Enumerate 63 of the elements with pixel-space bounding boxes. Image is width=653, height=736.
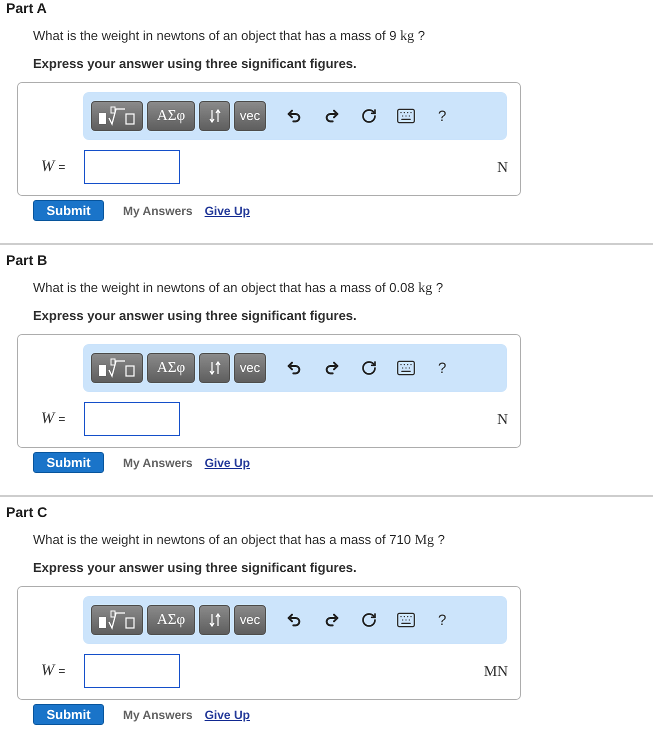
instruction-text: Express your answer using three significant figures. [33, 308, 357, 324]
instruction-text: Express your answer using three significant figures. [33, 56, 357, 72]
give-up-link[interactable]: Give Up [204, 202, 250, 220]
keyboard-icon[interactable] [396, 358, 416, 378]
question-text: What is the weight in newtons of an object that has a mass of 9 kg ? [33, 28, 425, 45]
my-answers-label: My Answers [123, 202, 193, 220]
undo-icon[interactable] [286, 108, 302, 124]
templates-icon [97, 358, 137, 378]
undo-icon[interactable] [286, 360, 302, 376]
my-answers-label: My Answers [123, 706, 193, 724]
templates-button[interactable] [91, 605, 143, 635]
unit-label: MN [484, 663, 508, 682]
equals-sign: = [58, 663, 66, 680]
vector-button[interactable]: vec [234, 605, 266, 635]
part-heading: Part C [5, 504, 48, 520]
equals-sign: = [58, 159, 66, 176]
symbols-button[interactable]: ΑΣφ [147, 353, 195, 383]
question-text: What is the weight in newtons of an object that has a mass of 0.08 kg ? [33, 280, 444, 297]
give-up-link[interactable]: Give Up [204, 454, 250, 472]
part-heading: Part A [5, 0, 48, 16]
arrows-button[interactable] [199, 101, 230, 131]
submit-button[interactable]: Submit [33, 452, 104, 473]
arrows-button[interactable] [199, 353, 230, 383]
templates-icon [97, 106, 137, 126]
keyboard-icon[interactable] [396, 610, 416, 630]
answer-field[interactable] [84, 150, 180, 184]
help-button[interactable]: ? [438, 108, 446, 124]
variable-label: W [41, 409, 54, 429]
symbols-button[interactable]: ΑΣφ [147, 605, 195, 635]
undo-icon[interactable] [286, 612, 302, 628]
reset-icon[interactable] [361, 612, 377, 628]
arrows-button[interactable] [199, 605, 230, 635]
redo-icon[interactable] [324, 108, 340, 124]
submit-button[interactable]: Submit [33, 704, 104, 725]
instruction-text: Express your answer using three significant figures. [33, 560, 357, 576]
answer-field[interactable] [84, 402, 180, 436]
vector-button[interactable]: vec [234, 353, 266, 383]
help-button[interactable]: ? [438, 612, 446, 628]
vector-button[interactable]: vec [234, 101, 266, 131]
reset-icon[interactable] [361, 360, 377, 376]
redo-icon[interactable] [324, 612, 340, 628]
question-text: What is the weight in newtons of an object that has a mass of 710 Mg ? [33, 532, 445, 549]
templates-button[interactable] [91, 101, 143, 131]
unit-label: N [497, 411, 508, 430]
give-up-link[interactable]: Give Up [204, 706, 250, 724]
submit-button[interactable]: Submit [33, 200, 104, 221]
equals-sign: = [58, 411, 66, 428]
templates-button[interactable] [91, 353, 143, 383]
variable-label: W [41, 661, 54, 681]
unit-label: N [497, 159, 508, 178]
up-down-arrows-icon [208, 613, 220, 627]
help-button[interactable]: ? [438, 360, 446, 376]
redo-icon[interactable] [324, 360, 340, 376]
up-down-arrows-icon [208, 361, 220, 375]
answer-field[interactable] [84, 654, 180, 688]
keyboard-icon[interactable] [396, 106, 416, 126]
part-heading: Part B [5, 252, 48, 268]
templates-icon [97, 610, 137, 630]
my-answers-label: My Answers [123, 454, 193, 472]
symbols-button[interactable]: ΑΣφ [147, 101, 195, 131]
variable-label: W [41, 157, 54, 177]
reset-icon[interactable] [361, 108, 377, 124]
up-down-arrows-icon [208, 109, 220, 123]
